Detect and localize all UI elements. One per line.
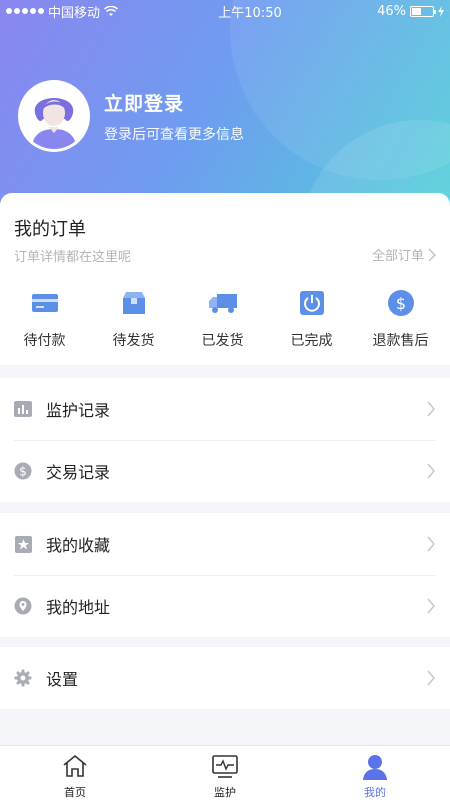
tab-label: 首页: [64, 786, 86, 799]
bottom-tab-bar: 首页 监护 我的: [0, 745, 450, 800]
menu-label: 监护记录: [46, 401, 111, 420]
carrier-label: 中国移动: [48, 5, 101, 21]
battery-icon: [410, 5, 436, 17]
order-card: 我的订单 订单详情都在这里呢 全部订单 待付款 待发货 已发货 已完成 $ 退款…: [0, 193, 450, 365]
login-title[interactable]: 立即登录: [104, 89, 244, 116]
tab-home[interactable]: 首页: [0, 746, 150, 800]
dollar-icon: $: [386, 288, 416, 318]
order-refund[interactable]: $ 退款售后: [356, 288, 445, 350]
all-orders-label: 全部订单: [371, 249, 424, 264]
login-subtitle: 登录后可查看更多信息: [104, 126, 244, 143]
status-bar: 中国移动 上午10:50 46%: [0, 0, 450, 22]
menu-label: 设置: [46, 670, 79, 689]
menu-label: 我的地址: [46, 598, 111, 617]
menu-favorites[interactable]: 我的收藏: [0, 513, 450, 575]
menu-monitor-records[interactable]: 监护记录: [0, 378, 450, 440]
menu-settings[interactable]: 设置: [0, 647, 450, 709]
wifi-icon: [104, 5, 119, 16]
order-label: 待付款: [23, 333, 66, 349]
order-label: 退款售后: [372, 333, 429, 349]
tab-label: 监护: [214, 786, 236, 799]
order-pending-payment[interactable]: 待付款: [0, 288, 89, 350]
chevron-right-icon: [427, 401, 435, 417]
menu-label: 交易记录: [46, 463, 111, 482]
charging-icon: [438, 5, 444, 17]
svg-text:$: $: [395, 294, 405, 313]
box-icon: [119, 288, 149, 318]
coin-icon: $: [14, 462, 32, 480]
orders-title: 我的订单: [14, 219, 86, 240]
bar-chart-icon: [14, 400, 32, 418]
order-completed[interactable]: 已完成: [267, 288, 356, 350]
collection-section: 我的收藏 我的地址: [0, 513, 450, 637]
signal-icon: [6, 8, 44, 14]
monitor-icon: [211, 752, 239, 780]
order-pending-shipment[interactable]: 待发货: [89, 288, 178, 350]
clock: 上午10:50: [218, 5, 282, 21]
battery-percent: 46%: [377, 3, 406, 19]
all-orders-link[interactable]: 全部订单: [372, 245, 436, 264]
tab-label: 我的: [364, 786, 386, 799]
order-shipped[interactable]: 已发货: [178, 288, 267, 350]
chevron-right-icon: [427, 463, 435, 479]
tab-monitor[interactable]: 监护: [150, 746, 300, 800]
menu-address[interactable]: 我的地址: [0, 575, 450, 637]
home-icon: [61, 752, 89, 780]
order-label: 已完成: [290, 333, 333, 349]
menu-label: 我的收藏: [46, 536, 111, 555]
order-label: 待发货: [112, 333, 155, 349]
profile-header: 中国移动 上午10:50 46% 立即登录 登录后可查看更多信息: [0, 0, 450, 220]
user-icon: [361, 752, 389, 780]
location-pin-icon: [14, 597, 32, 615]
orders-subtitle: 订单详情都在这里呢: [14, 250, 132, 265]
records-section: 监护记录 $ 交易记录: [0, 378, 450, 502]
user-avatar-icon: [21, 83, 87, 149]
menu-trade-records[interactable]: $ 交易记录: [0, 440, 450, 502]
chevron-right-icon: [427, 670, 435, 686]
login-area[interactable]: 立即登录 登录后可查看更多信息: [18, 80, 244, 152]
card-icon: [30, 288, 60, 318]
truck-icon: [208, 288, 238, 318]
avatar[interactable]: [18, 80, 90, 152]
settings-section: 设置: [0, 647, 450, 709]
gear-icon: [14, 669, 32, 687]
chevron-right-icon: [428, 247, 436, 262]
svg-text:$: $: [19, 465, 27, 479]
tab-mine[interactable]: 我的: [300, 746, 450, 800]
order-label: 已发货: [201, 333, 244, 349]
chevron-right-icon: [427, 536, 435, 552]
chevron-right-icon: [427, 598, 435, 614]
power-icon: [297, 288, 327, 318]
star-icon: [14, 535, 32, 553]
